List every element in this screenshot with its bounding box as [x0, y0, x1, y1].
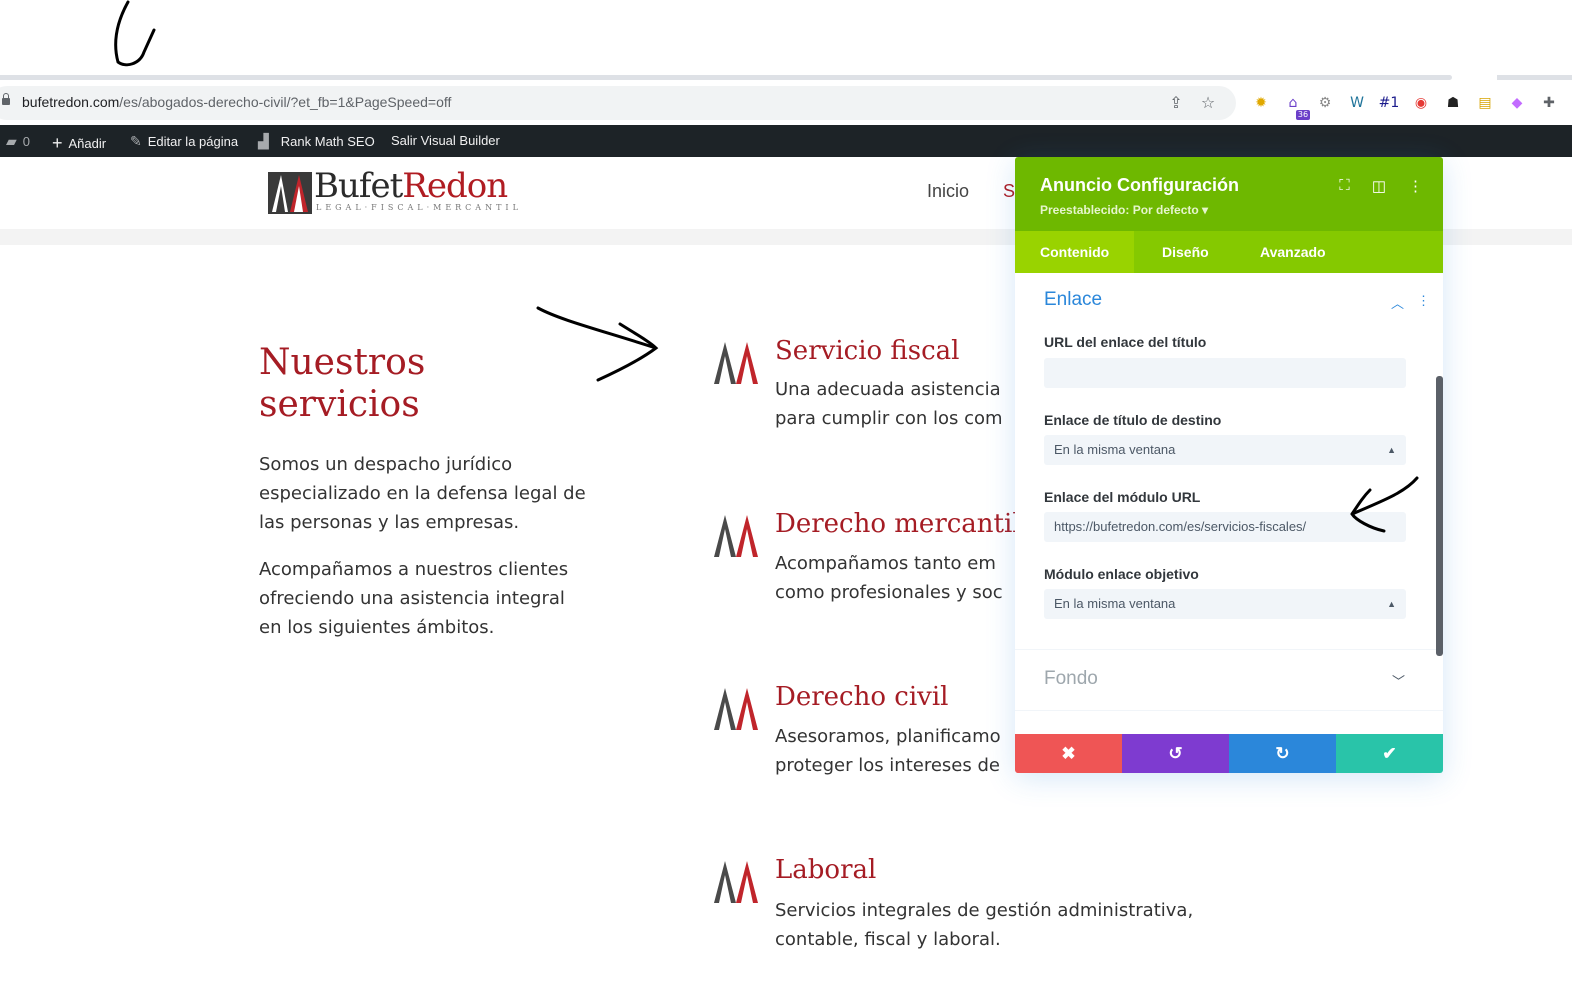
intro-paragraph-1: Somos un despacho jurídico especializado…: [259, 454, 586, 533]
toggle-options-icon[interactable]: ⋮: [1417, 293, 1430, 309]
service-icon: [712, 686, 760, 732]
add-label: Añadir: [68, 136, 107, 151]
extensions-puzzle-icon[interactable]: ✚: [1538, 92, 1560, 114]
lock-icon[interactable]: [2, 93, 10, 105]
admin-rank-math[interactable]: ▟ Rank Math SEO: [258, 133, 375, 150]
nav-item-servicios[interactable]: S: [1003, 181, 1015, 202]
toggle-divider: [1015, 649, 1443, 650]
panel-title: Anuncio Configuración: [1040, 175, 1239, 195]
browser-tab-strip: [0, 0, 1572, 80]
panel-body: Enlace ︿ ⋮ URL del enlace del título Enl…: [1015, 273, 1443, 733]
ext-gear-icon[interactable]: ⚙: [1314, 92, 1336, 114]
expand-icon[interactable]: ⛶: [1339, 177, 1350, 195]
select-value: En la misma ventana: [1054, 596, 1176, 611]
comment-icon: ▰: [6, 133, 17, 149]
exit-label: Salir Visual Builder: [391, 133, 500, 148]
ext-pin-icon[interactable]: ◉: [1410, 92, 1432, 114]
field-label: URL del enlace del título: [1044, 334, 1207, 350]
panel-tabs: Contenido Diseño Avanzado: [1015, 231, 1443, 273]
ext-ruler-icon[interactable]: ▤: [1474, 92, 1496, 114]
rankmath-label: Rank Math SEO: [280, 134, 375, 149]
admin-add-new[interactable]: + Añadir: [52, 133, 106, 154]
ext-gradient-icon[interactable]: ◆: [1506, 92, 1528, 114]
admin-comments[interactable]: ▰ 0: [6, 133, 30, 150]
undo-button[interactable]: ↺: [1122, 734, 1229, 773]
admin-exit-visual-builder[interactable]: Salir Visual Builder: [391, 133, 500, 148]
panel-footer: ✖ ↺ ↻ ✔: [1015, 734, 1443, 773]
chevron-up-icon[interactable]: ︿: [1391, 293, 1404, 312]
pencil-icon: ✎: [130, 133, 142, 149]
select-arrows-icon: ▲▼: [1387, 445, 1396, 455]
edit-label: Editar la página: [147, 134, 239, 149]
nav-item-inicio[interactable]: Inicio: [927, 181, 969, 202]
select-value: En la misma ventana: [1054, 442, 1176, 457]
ext-rank1-icon[interactable]: #1: [1378, 92, 1400, 114]
plus-icon: +: [52, 133, 63, 153]
discard-button[interactable]: ✖: [1015, 734, 1122, 773]
toggle-fondo[interactable]: Fondo: [1044, 668, 1098, 690]
select-arrows-icon: ▲▼: [1387, 599, 1396, 609]
tab-avanzado[interactable]: Avanzado: [1235, 231, 1351, 273]
service-description: Una adecuada asistencia para cumplir con…: [775, 379, 1003, 429]
logo-part2: Redon: [402, 166, 508, 206]
module-target-select[interactable]: En la misma ventana ▲▼: [1044, 589, 1406, 619]
panel-header[interactable]: Anuncio Configuración Preestablecido: Po…: [1015, 157, 1443, 231]
address-bar[interactable]: bufetredon.com/es/abogados-derecho-civil…: [0, 86, 1236, 120]
service-icon: [712, 513, 760, 559]
section-heading: Nuestros servicios: [259, 342, 426, 425]
service-description: Servicios integrales de gestión administ…: [775, 900, 1194, 950]
toggle-divider: [1015, 710, 1443, 711]
service-icon: [712, 340, 760, 386]
url-path: /es/abogados-derecho-civil/?et_fb=1&Page…: [119, 94, 452, 110]
save-button[interactable]: ✔: [1336, 734, 1443, 773]
service-description: Asesoramos, planificamo proteger los int…: [775, 726, 1001, 776]
service-description: Acompañamos tanto em como profesionales …: [775, 553, 1003, 603]
tab-diseno[interactable]: Diseño: [1137, 231, 1234, 273]
wp-admin-bar: ▰ 0 + Añadir ✎ Editar la página ▟ Rank M…: [0, 125, 1572, 157]
title-url-input[interactable]: [1044, 358, 1406, 388]
service-title[interactable]: Servicio fiscal: [775, 336, 960, 366]
tab-contenido[interactable]: Contenido: [1015, 231, 1135, 273]
chevron-down-icon[interactable]: ﹀: [1392, 671, 1405, 690]
logo-part1: Bufet: [314, 166, 403, 206]
ext-sun-icon[interactable]: ✹: [1250, 92, 1272, 114]
ext-wordpress-icon[interactable]: W: [1346, 92, 1368, 114]
admin-edit-page[interactable]: ✎ Editar la página: [130, 133, 238, 150]
logo-tagline: LEGAL·FISCAL·MERCANTIL: [316, 203, 522, 212]
url-domain: bufetredon.com: [22, 94, 120, 110]
comments-count: 0: [22, 134, 31, 149]
preset-selector[interactable]: Preestablecido: Por defecto ▾: [1040, 203, 1208, 217]
title-target-select[interactable]: En la misma ventana ▲▼: [1044, 435, 1406, 465]
logo-wordmark: BufetRedon: [314, 166, 508, 206]
intro-paragraph-2: Acompañamos a nuestros clientes ofrecien…: [259, 559, 569, 638]
extension-badge: 36: [1296, 110, 1310, 120]
field-label: Enlace del módulo URL: [1044, 489, 1201, 505]
share-icon[interactable]: ⇪: [1166, 93, 1186, 112]
site-logo[interactable]: BufetRedon LEGAL·FISCAL·MERCANTIL: [268, 166, 518, 216]
redo-icon: ↻: [1275, 743, 1290, 763]
undo-icon: ↺: [1168, 743, 1183, 763]
field-label: Enlace de título de destino: [1044, 412, 1222, 428]
service-icon: [712, 859, 760, 905]
module-settings-panel: Anuncio Configuración Preestablecido: Po…: [1015, 157, 1443, 773]
rank-math-icon: ▟: [258, 133, 269, 149]
panel-scrollbar[interactable]: [1436, 376, 1443, 656]
module-url-input[interactable]: https://bufetredon.com/es/servicios-fisc…: [1044, 512, 1406, 542]
more-options-icon[interactable]: ⋮: [1408, 177, 1423, 195]
redo-button[interactable]: ↻: [1229, 734, 1336, 773]
url-text[interactable]: bufetredon.com/es/abogados-derecho-civil…: [22, 94, 451, 110]
close-icon: ✖: [1061, 743, 1076, 763]
service-title[interactable]: Derecho civil: [775, 682, 948, 712]
logo-mark-icon: [268, 172, 312, 214]
check-icon: ✔: [1382, 743, 1397, 763]
service-title[interactable]: Derecho mercantil: [775, 509, 1021, 539]
ext-school-icon[interactable]: ⌂ 36: [1282, 92, 1310, 120]
star-icon[interactable]: ☆: [1198, 93, 1218, 112]
split-view-icon[interactable]: ◫: [1372, 177, 1386, 195]
field-label: Módulo enlace objetivo: [1044, 566, 1199, 582]
toggle-enlace[interactable]: Enlace: [1044, 289, 1102, 311]
service-title[interactable]: Laboral: [775, 855, 876, 885]
ext-spy-icon[interactable]: ☗: [1442, 92, 1464, 114]
extensions-row: ✹ ⌂ 36 ⚙ W #1 ◉ ☗ ▤ ◆ ✚: [1250, 92, 1560, 120]
